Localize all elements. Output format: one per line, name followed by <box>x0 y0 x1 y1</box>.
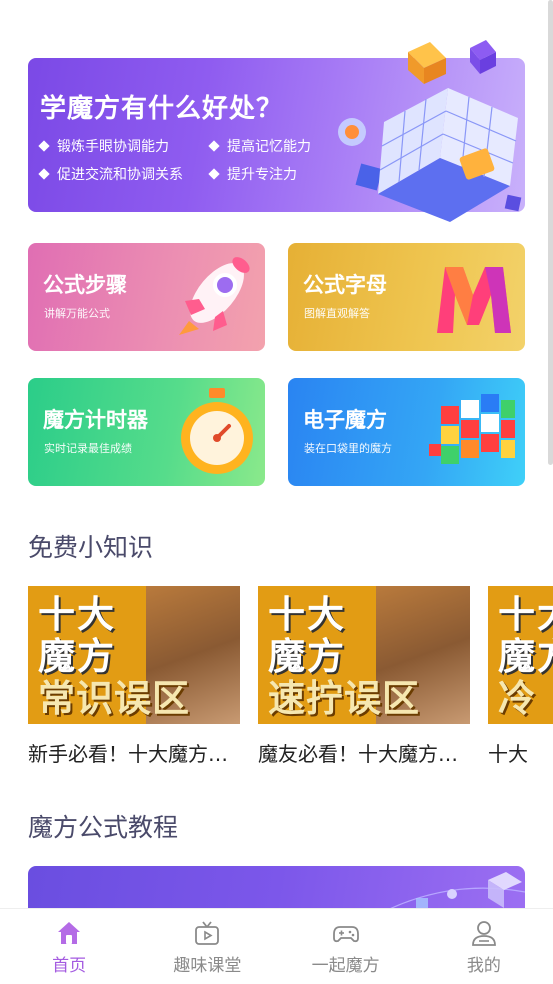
benefit-label: 锻炼手眼协调能力 <box>57 139 169 155</box>
color-cube-icon <box>429 394 515 464</box>
card-formula-steps[interactable]: 公式步骤 讲解万能公式 <box>28 243 265 351</box>
hero-title: 学魔方有什么好处？ <box>40 94 284 124</box>
benefit-item: 提高记忆能力 <box>208 136 340 156</box>
stopwatch-icon <box>181 388 253 474</box>
thumb-line1: 十大 <box>498 593 553 636</box>
thumb-line2: 魔方 <box>498 635 553 678</box>
knowledge-thumbnail: 十大 魔方 常识误区 <box>28 586 240 724</box>
home-icon <box>58 922 81 944</box>
tab-cube-together[interactable]: 一起魔方 <box>277 909 415 984</box>
tab-label: 一起魔方 <box>311 956 380 976</box>
diamond-bullet-icon <box>208 140 220 152</box>
thumb-line1: 十大 <box>268 593 346 636</box>
benefit-item: 提升专注力 <box>208 164 340 184</box>
bottom-tab-bar: 首页 趣味课堂 一起魔方 我的 <box>0 908 553 984</box>
card-subtitle: 装在口袋里的魔方 <box>304 442 392 455</box>
knowledge-thumbnail: 十大 魔方 速拧误区 <box>258 586 470 724</box>
knowledge-card[interactable]: 十大 魔方 冷 十大 <box>488 586 553 767</box>
user-icon <box>471 921 496 946</box>
rubiks-cube-illustration <box>338 40 522 222</box>
thumb-line3: 速拧误区 <box>268 677 420 720</box>
knowledge-section-title: 免费小知识 <box>28 533 154 562</box>
card-electronic-cube[interactable]: 电子魔方 装在口袋里的魔方 <box>288 378 525 486</box>
card-title: 魔方计时器 <box>43 408 148 432</box>
hero-benefit-list: 锻炼手眼协调能力 提高记忆能力 促进交流和协调关系 提升专注力 <box>38 136 340 184</box>
tv-icon <box>195 921 220 945</box>
card-subtitle: 实时记录最佳成绩 <box>44 442 132 455</box>
tutorial-section-title: 魔方公式教程 <box>28 813 179 842</box>
scrollbar[interactable] <box>548 0 553 465</box>
thumb-line3: 常识误区 <box>38 677 190 720</box>
card-subtitle: 讲解万能公式 <box>44 307 110 320</box>
card-title: 公式字母 <box>303 273 387 297</box>
tab-home[interactable]: 首页 <box>0 909 138 984</box>
knowledge-caption: 十大 <box>488 742 528 766</box>
knowledge-caption: 魔友必看！十大魔方速拧误区 <box>258 742 470 766</box>
diamond-bullet-icon <box>208 168 220 180</box>
card-subtitle: 图解直观解答 <box>304 307 370 320</box>
letter-m-icon <box>437 267 511 333</box>
knowledge-card[interactable]: 十大 魔方 常识误区 新手必看！十大魔方常识误区 <box>28 586 240 767</box>
thumb-line1: 十大 <box>38 593 116 636</box>
card-formula-letters[interactable]: 公式字母 图解直观解答 <box>288 243 525 351</box>
thumb-line2: 魔方 <box>38 635 116 678</box>
benefit-item: 锻炼手眼协调能力 <box>38 136 210 156</box>
benefit-item: 促进交流和协调关系 <box>38 164 210 184</box>
tab-profile[interactable]: 我的 <box>415 909 553 984</box>
knowledge-thumbnail: 十大 魔方 冷 <box>488 586 553 724</box>
tab-fun-class[interactable]: 趣味课堂 <box>138 909 276 984</box>
diamond-bullet-icon <box>38 168 50 180</box>
card-title: 电子魔方 <box>303 408 387 432</box>
diamond-bullet-icon <box>38 140 50 152</box>
thumb-line3: 冷 <box>498 677 536 720</box>
rocket-icon <box>179 257 250 335</box>
knowledge-caption: 新手必看！十大魔方常识误区 <box>28 742 240 766</box>
gamepad-icon <box>332 926 359 943</box>
knowledge-card[interactable]: 十大 魔方 速拧误区 魔友必看！十大魔方速拧误区 <box>258 586 470 767</box>
tab-label: 我的 <box>466 956 501 976</box>
card-title: 公式步骤 <box>43 273 127 297</box>
benefit-label: 促进交流和协调关系 <box>57 167 183 183</box>
tab-label: 趣味课堂 <box>173 956 242 976</box>
benefit-label: 提升专注力 <box>227 167 297 183</box>
tab-label: 首页 <box>52 956 87 976</box>
benefit-label: 提高记忆能力 <box>227 139 311 155</box>
thumb-line2: 魔方 <box>268 635 346 678</box>
card-timer[interactable]: 魔方计时器 实时记录最佳成绩 <box>28 378 265 486</box>
